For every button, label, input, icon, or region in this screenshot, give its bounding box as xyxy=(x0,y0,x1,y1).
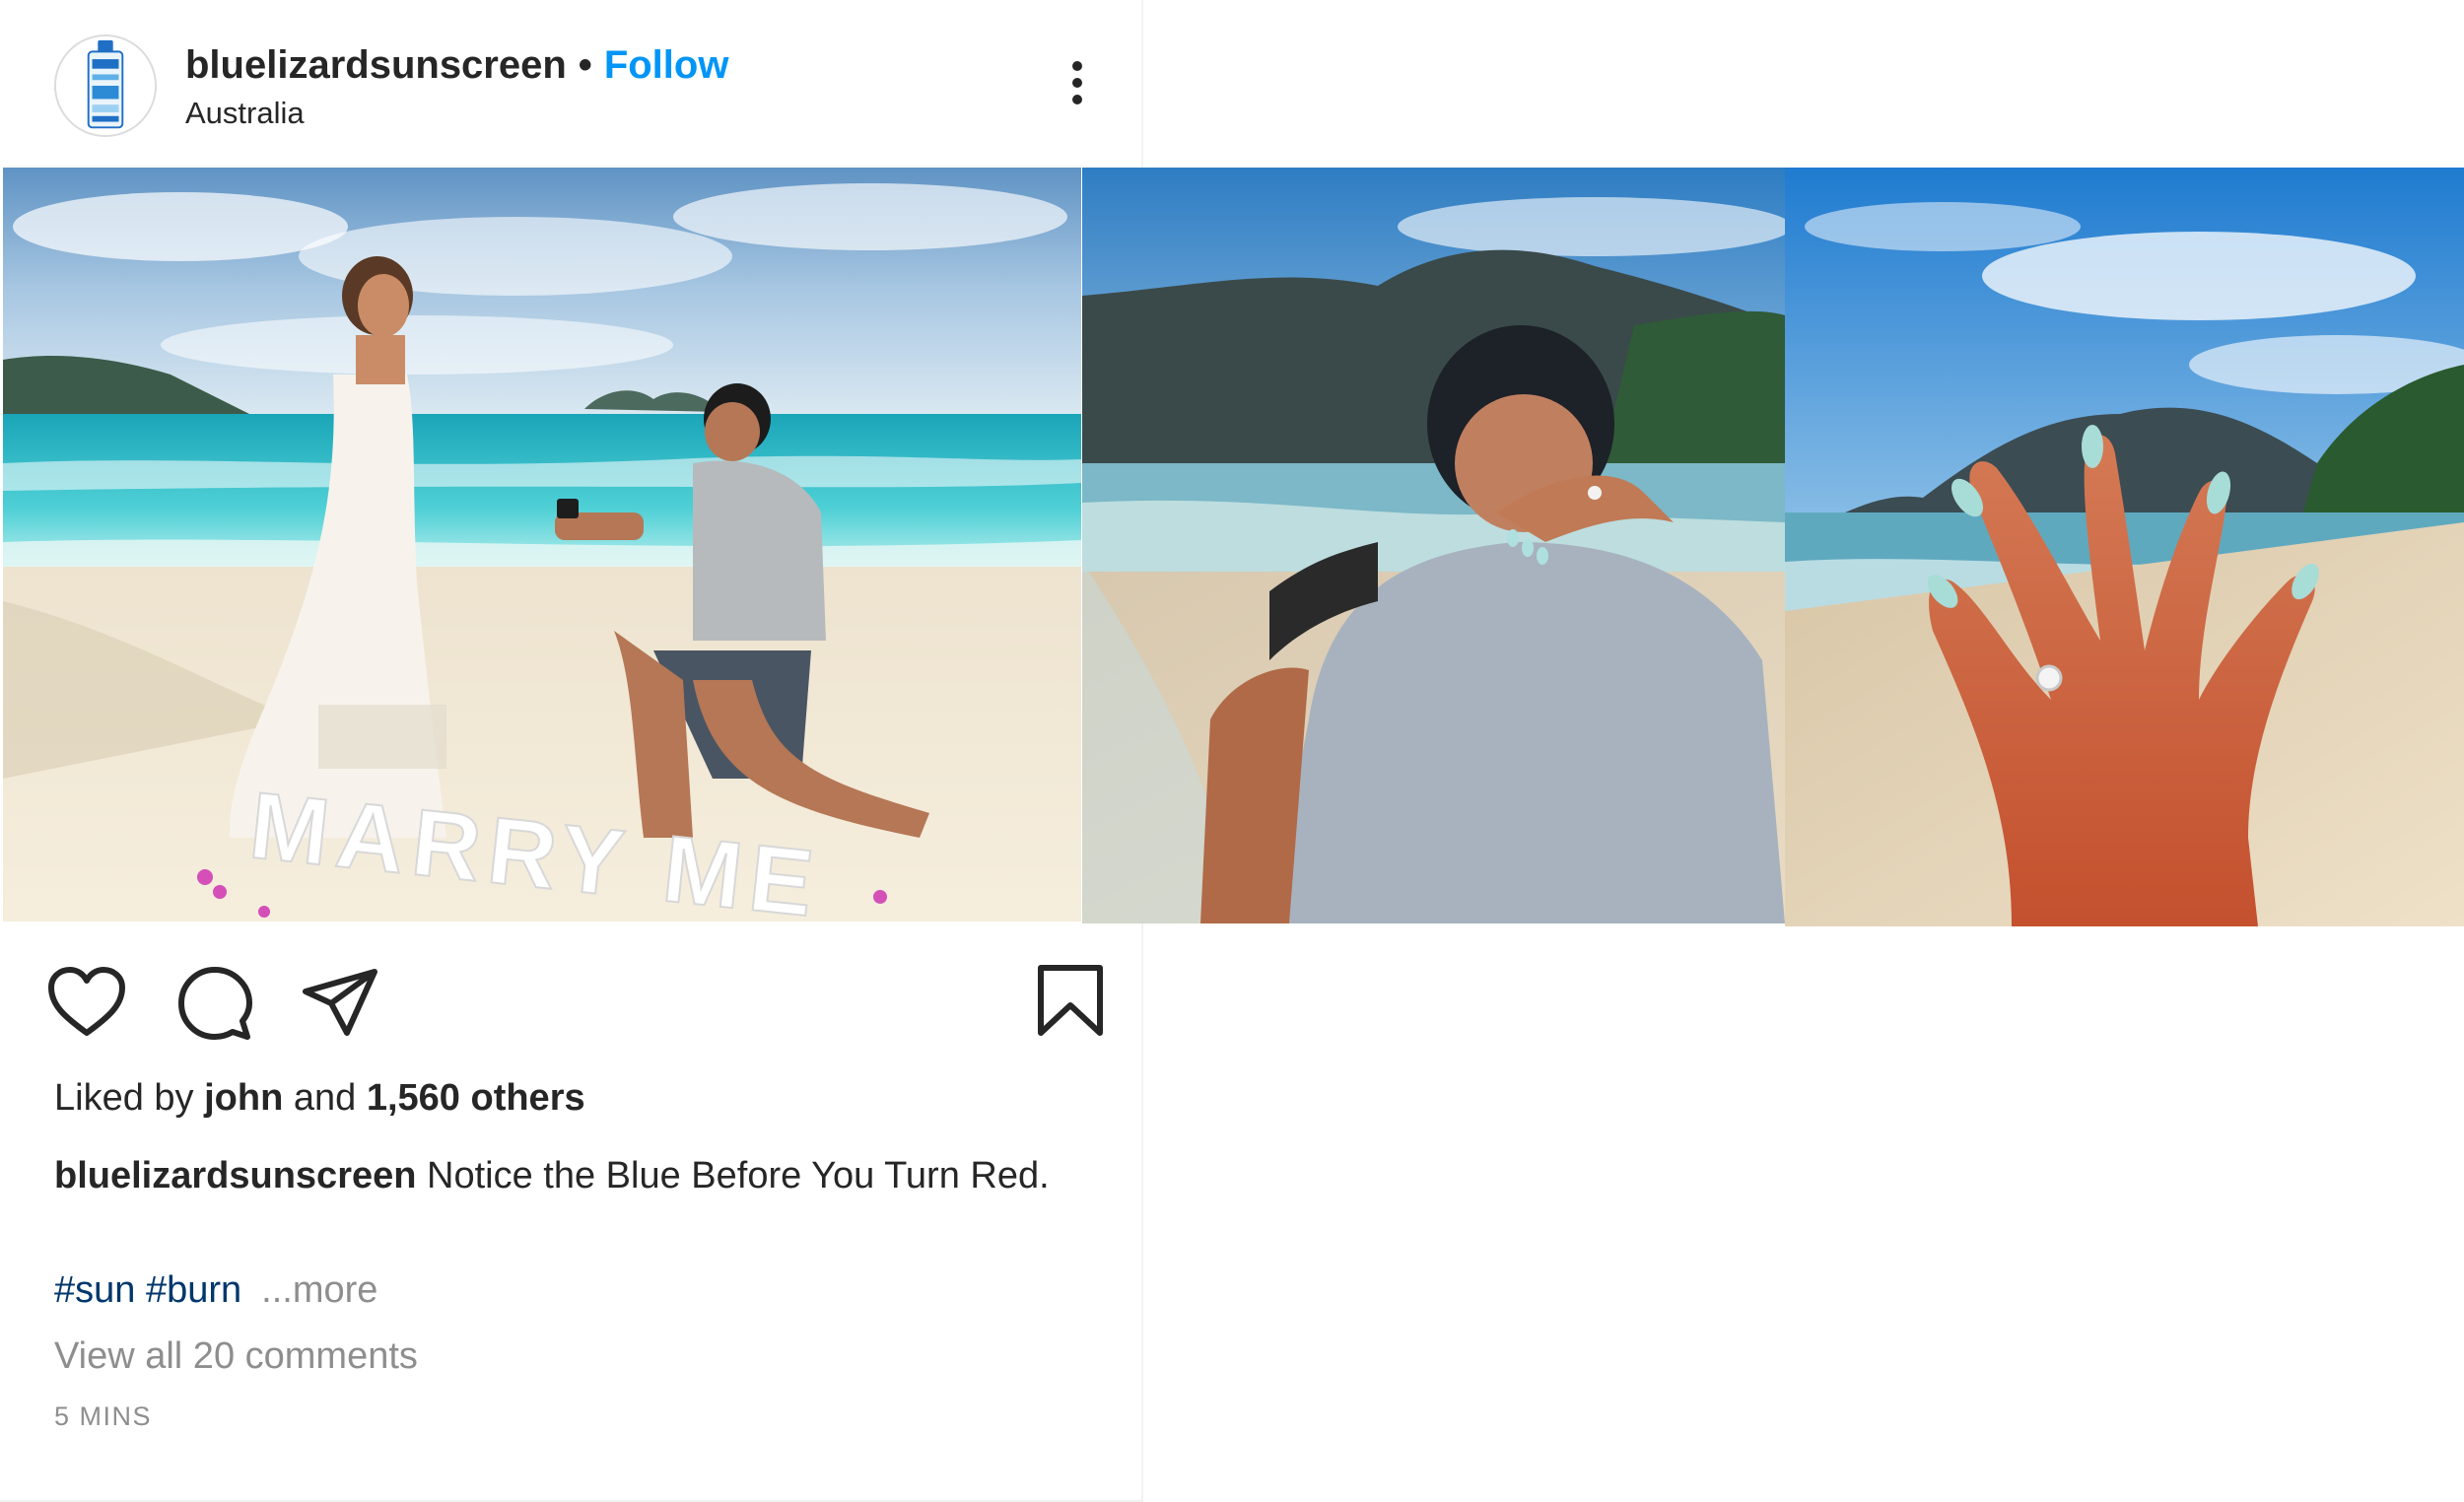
caption-text: Notice the Blue Before You Turn Red. xyxy=(416,1155,1050,1196)
couple-embrace-photo[interactable] xyxy=(1082,168,1785,923)
comment-icon[interactable] xyxy=(177,966,252,1041)
share-icon[interactable] xyxy=(302,968,378,1037)
hashtag-sun[interactable]: #sun xyxy=(54,1269,135,1311)
ring-hand-photo[interactable] xyxy=(1785,168,2464,926)
heart-icon[interactable] xyxy=(47,966,126,1037)
more-options-icon[interactable] xyxy=(1060,59,1095,106)
likes-count-link[interactable]: 1,560 others xyxy=(367,1077,585,1119)
separator-dot: • xyxy=(578,43,592,87)
post-header: bluelizardsunscreen • Follow Australia xyxy=(0,0,1143,166)
username-row: bluelizardsunscreen • Follow xyxy=(185,43,728,88)
liker-user-link[interactable]: john xyxy=(204,1077,283,1119)
more-link[interactable]: ...more xyxy=(261,1269,377,1311)
beach-proposal-photo[interactable]: MARRY ME xyxy=(3,168,1081,922)
caption: bluelizardsunscreen Notice the Blue Befo… xyxy=(54,1146,1099,1205)
view-comments-link[interactable]: View all 20 comments xyxy=(54,1335,418,1378)
likes-summary: Liked by john and 1,560 others xyxy=(54,1077,585,1120)
likes-middle: and xyxy=(283,1077,367,1119)
sunscreen-bottle-icon xyxy=(56,36,155,135)
username-link[interactable]: bluelizardsunscreen xyxy=(185,43,567,87)
timestamp: 5 MINS xyxy=(54,1401,153,1431)
location-link[interactable]: Australia xyxy=(185,96,305,131)
hashtags-row: #sun #burn ...more xyxy=(54,1269,377,1312)
likes-prefix: Liked by xyxy=(54,1077,205,1119)
follow-button[interactable]: Follow xyxy=(604,43,729,87)
avatar[interactable] xyxy=(54,34,157,137)
caption-username[interactable]: bluelizardsunscreen xyxy=(54,1155,416,1196)
hashtag-burn[interactable]: #burn xyxy=(146,1269,241,1311)
bookmark-icon[interactable] xyxy=(1037,964,1104,1037)
